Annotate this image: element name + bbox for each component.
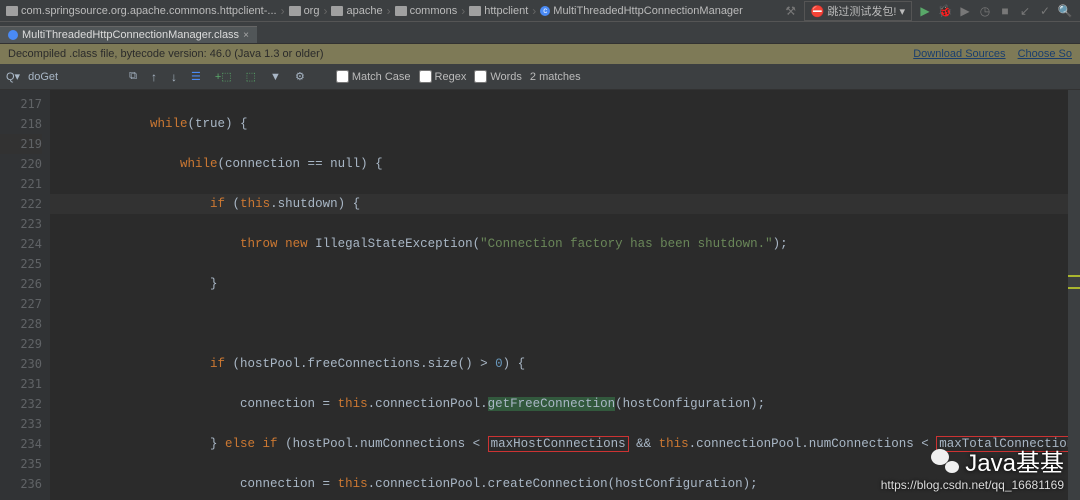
breadcrumb-commons[interactable]: commons <box>395 5 458 17</box>
history-icon[interactable]: ⧉ <box>126 68 140 85</box>
folder-icon <box>395 6 407 16</box>
folder-icon <box>289 6 301 16</box>
library-icon <box>6 6 18 16</box>
navigation-bar: com.springsource.org.apache.commons.http… <box>0 0 1080 22</box>
filter-icon[interactable]: ▼ <box>267 69 284 85</box>
breadcrumb-root[interactable]: com.springsource.org.apache.commons.http… <box>6 5 277 17</box>
choose-sources-link[interactable]: Choose So <box>1018 48 1072 60</box>
toolbar-run: ⚒ ⛔ 跳过测试发包! ▾ ▶ 🐞 ▶ ◷ ■ ↙ ✓ 🔍 <box>784 1 1080 21</box>
debug-button[interactable]: 🐞 <box>938 4 952 18</box>
breadcrumb-apache[interactable]: apache <box>331 5 382 17</box>
remove-selection-button[interactable]: ⬚ <box>243 68 259 85</box>
search-icon: Q▾ <box>6 70 20 83</box>
breadcrumb-httpclient[interactable]: httpclient <box>469 5 528 17</box>
folder-icon <box>469 6 481 16</box>
find-bar: Q▾ ⧉ ↑ ↓ ☰ +⬚ ⬚ ▼ ⚙ Match Case Regex Wor… <box>0 64 1080 90</box>
match-count: 2 matches <box>530 71 581 83</box>
class-icon: c <box>540 6 550 16</box>
next-match-button[interactable]: ↓ <box>168 68 180 86</box>
class-icon <box>8 30 18 40</box>
highlighted-var-1: maxHostConnections <box>488 436 629 452</box>
vcs-commit-icon[interactable]: ✓ <box>1038 4 1052 18</box>
banner-text: Decompiled .class file, bytecode version… <box>8 48 324 60</box>
profile-button[interactable]: ◷ <box>978 4 992 18</box>
editor: 2172182192202212222232242252262272282292… <box>0 90 1080 500</box>
folder-icon <box>331 6 343 16</box>
stop-button[interactable]: ■ <box>998 4 1012 18</box>
settings-icon[interactable]: ⚙ <box>292 68 308 85</box>
select-all-button[interactable]: ☰ <box>188 68 204 85</box>
hammer-icon[interactable]: ⚒ <box>784 4 798 18</box>
match-case-checkbox[interactable]: Match Case <box>336 70 411 83</box>
words-checkbox[interactable]: Words <box>474 70 522 83</box>
run-config-selector[interactable]: ⛔ 跳过测试发包! ▾ <box>804 1 912 21</box>
add-selection-button[interactable]: +⬚ <box>212 68 235 85</box>
breadcrumb-org[interactable]: org <box>289 5 320 17</box>
search-input[interactable] <box>28 71 118 83</box>
run-button[interactable]: ▶ <box>918 4 932 18</box>
breadcrumb: com.springsource.org.apache.commons.http… <box>0 4 743 18</box>
regex-checkbox[interactable]: Regex <box>419 70 467 83</box>
download-sources-link[interactable]: Download Sources <box>913 48 1005 60</box>
decompile-banner: Decompiled .class file, bytecode version… <box>0 44 1080 64</box>
vertical-scrollbar[interactable] <box>1068 90 1080 500</box>
code-area[interactable]: while(true) { while(connection == null) … <box>50 90 1080 500</box>
vcs-update-icon[interactable]: ↙ <box>1018 4 1032 18</box>
tab-active[interactable]: MultiThreadedHttpConnectionManager.class… <box>0 26 257 43</box>
tab-label: MultiThreadedHttpConnectionManager.class <box>22 29 239 41</box>
close-icon[interactable]: × <box>243 30 249 41</box>
search-everywhere-icon[interactable]: 🔍 <box>1058 4 1072 18</box>
highlighted-var-2: maxTotalConnections <box>936 436 1080 452</box>
editor-tabs: MultiThreadedHttpConnectionManager.class… <box>0 22 1080 44</box>
breadcrumb-class[interactable]: cMultiThreadedHttpConnectionManager <box>540 5 743 17</box>
coverage-button[interactable]: ▶ <box>958 4 972 18</box>
line-gutter[interactable]: 2172182192202212222232242252262272282292… <box>0 90 50 500</box>
prev-match-button[interactable]: ↑ <box>148 68 160 86</box>
